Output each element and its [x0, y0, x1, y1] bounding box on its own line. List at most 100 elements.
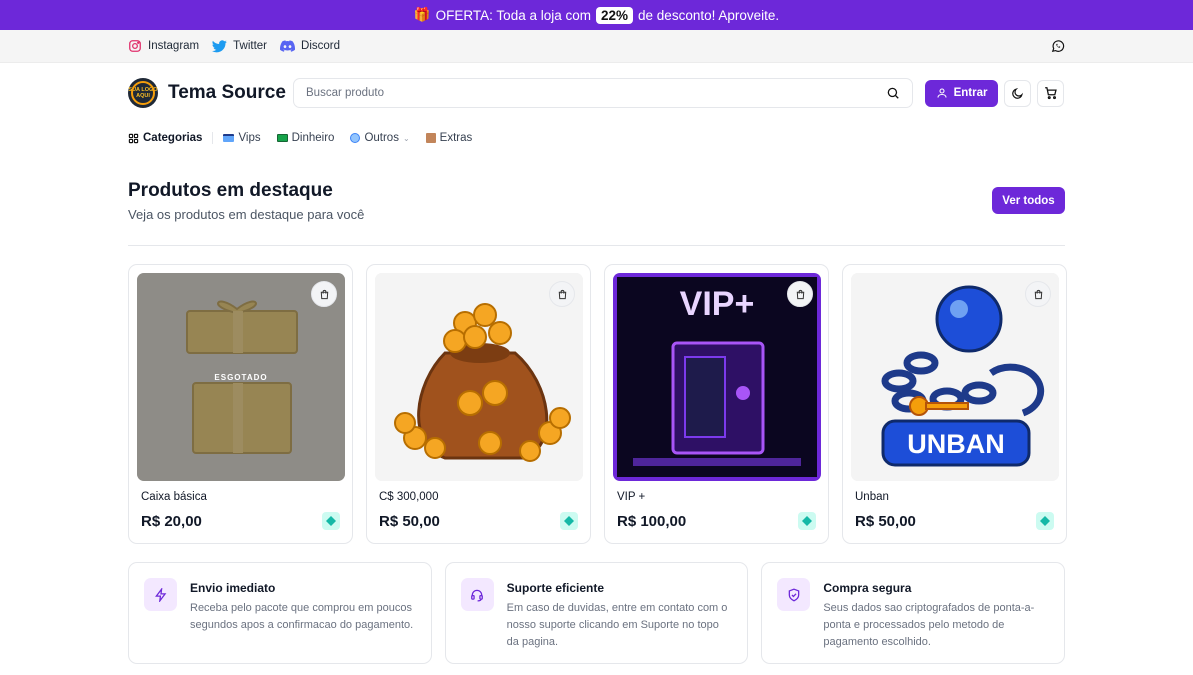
featured-section: Produtos em destaque Veja os produtos em… [0, 177, 1193, 664]
unban-image-text: UNBAN [907, 429, 1005, 459]
instagram-link[interactable]: Instagram [128, 39, 199, 53]
product-price: R$ 20,00 [141, 512, 202, 530]
vip-image-text: VIP+ [680, 285, 755, 323]
product-image: VIP+ [613, 273, 821, 481]
add-to-cart-button[interactable] [311, 281, 337, 307]
money-icon [276, 134, 288, 142]
discount-badge: 22% [596, 6, 634, 24]
featured-header: Produtos em destaque Veja os produtos em… [128, 177, 1065, 246]
cart-icon [1044, 87, 1057, 100]
add-to-cart-button[interactable] [549, 281, 575, 307]
promo-banner: 🎁 OFERTA: Toda a loja com 22% de descont… [0, 0, 1193, 30]
twitter-link[interactable]: Twitter [212, 39, 268, 53]
moon-icon [1012, 87, 1024, 99]
whatsapp-icon [1051, 40, 1065, 53]
category-nav: Categorias Vips Dinheiro Outros ⌄ Extras [0, 123, 1193, 153]
feature-text: Em caso de duvidas, entre em contato com… [506, 602, 728, 648]
feature-card: Envio imediato Receba pelo pacote que co… [128, 562, 432, 664]
product-image: UNBAN [851, 273, 1059, 481]
gift-icon: 🎁 [413, 7, 431, 22]
view-all-button[interactable]: Ver todos [992, 187, 1065, 214]
logo-link[interactable]: SUA LOGO AQUI Tema Source [128, 78, 293, 108]
lightning-icon [144, 578, 177, 611]
add-to-cart-button[interactable] [1025, 281, 1051, 307]
product-card[interactable]: VIP+ VIP + R$ 100,00 [604, 264, 829, 544]
product-name: C$ 300,000 [379, 491, 439, 503]
promo-text: OFERTA: Toda a loja com [435, 7, 591, 23]
soldout-label: ESGOTADO [214, 373, 268, 382]
product-price: R$ 50,00 [855, 512, 916, 530]
headset-icon [460, 578, 494, 611]
instagram-label: Instagram [148, 40, 200, 52]
nav-extras[interactable]: Extras [425, 132, 473, 144]
product-card[interactable]: ESGOTADO Caixa básica R$ 20,00 [128, 264, 353, 544]
nav-outros[interactable]: Outros ⌄ [350, 132, 410, 144]
product-name: Unban [855, 491, 889, 503]
card-icon [223, 134, 235, 142]
product-image: ESGOTADO [137, 273, 345, 481]
globe-icon [350, 133, 361, 143]
feature-title: Suporte eficiente [506, 581, 605, 595]
feature-text: Receba pelo pacote que comprou em poucos… [190, 602, 414, 631]
nav-dinheiro[interactable]: Dinheiro [276, 132, 335, 144]
product-image [375, 273, 583, 481]
feature-card: Compra segura Seus dados sao criptografa… [761, 562, 1066, 664]
search-box [293, 78, 913, 108]
theme-toggle-button[interactable] [1004, 79, 1031, 107]
nav-outros-label: Outros [364, 132, 399, 144]
product-card[interactable]: UNBAN Unban R$ 50,00 [842, 264, 1067, 544]
product-name: VIP + [617, 491, 646, 503]
shield-icon [777, 578, 811, 611]
search-icon[interactable] [886, 86, 900, 100]
shopping-bag-icon [320, 289, 328, 299]
user-icon [937, 88, 947, 98]
feature-title: Compra segura [823, 581, 912, 595]
product-name: Caixa básica [141, 491, 207, 503]
discord-label: Discord [301, 40, 340, 52]
logo-text: SUA LOGO AQUI [128, 87, 158, 99]
login-button[interactable]: Entrar [925, 79, 998, 107]
feature-card: Suporte eficiente Em caso de duvidas, en… [444, 562, 749, 664]
promo-text-after: de desconto! Aproveite. [638, 7, 780, 23]
grid-icon [128, 133, 139, 143]
nav-vips-label: Vips [238, 132, 261, 144]
featured-title: Produtos em destaque [128, 180, 333, 201]
shopping-bag-icon [558, 289, 566, 299]
social-bar: Instagram Twitter Discord [0, 30, 1193, 63]
login-label: Entrar [953, 87, 988, 99]
feature-title: Envio imediato [190, 581, 276, 595]
twitter-icon [212, 39, 227, 52]
box-icon [425, 133, 436, 143]
featured-subtitle: Veja os produtos em destaque para você [128, 207, 365, 222]
product-grid: ESGOTADO Caixa básica R$ 20,00 C$ 300,00… [128, 264, 1067, 544]
nav-categorias[interactable]: Categorias [128, 132, 214, 144]
gem-icon [560, 512, 578, 530]
chevron-down-icon: ⌄ [402, 133, 410, 143]
feature-text: Seus dados sao criptografados de ponta-a… [823, 602, 1035, 648]
features-row: Envio imediato Receba pelo pacote que co… [128, 562, 1066, 664]
whatsapp-link[interactable] [1051, 39, 1065, 53]
gem-icon [322, 512, 340, 530]
search-input[interactable] [306, 87, 866, 99]
brand-name: Tema Source [168, 82, 286, 103]
product-price: R$ 50,00 [379, 512, 440, 530]
nav-vips[interactable]: Vips [223, 132, 261, 144]
discord-link[interactable]: Discord [280, 40, 340, 52]
nav-categorias-label: Categorias [143, 132, 203, 144]
nav-extras-label: Extras [439, 132, 473, 144]
shopping-bag-icon [1034, 289, 1042, 299]
main-header: SUA LOGO AQUI Tema Source Entrar [0, 63, 1193, 123]
social-links: Instagram Twitter Discord [128, 39, 340, 53]
gem-icon [1036, 512, 1054, 530]
product-card[interactable]: C$ 300,000 R$ 50,00 [366, 264, 591, 544]
discord-icon [280, 40, 296, 52]
add-to-cart-button[interactable] [787, 281, 813, 307]
twitter-label: Twitter [233, 40, 268, 52]
logo-image: SUA LOGO AQUI [128, 78, 158, 108]
product-price: R$ 100,00 [617, 512, 687, 530]
cart-button[interactable] [1037, 79, 1064, 107]
nav-dinheiro-label: Dinheiro [291, 132, 335, 144]
shopping-bag-icon [796, 289, 804, 299]
instagram-icon [129, 40, 141, 52]
gem-icon [798, 512, 816, 530]
